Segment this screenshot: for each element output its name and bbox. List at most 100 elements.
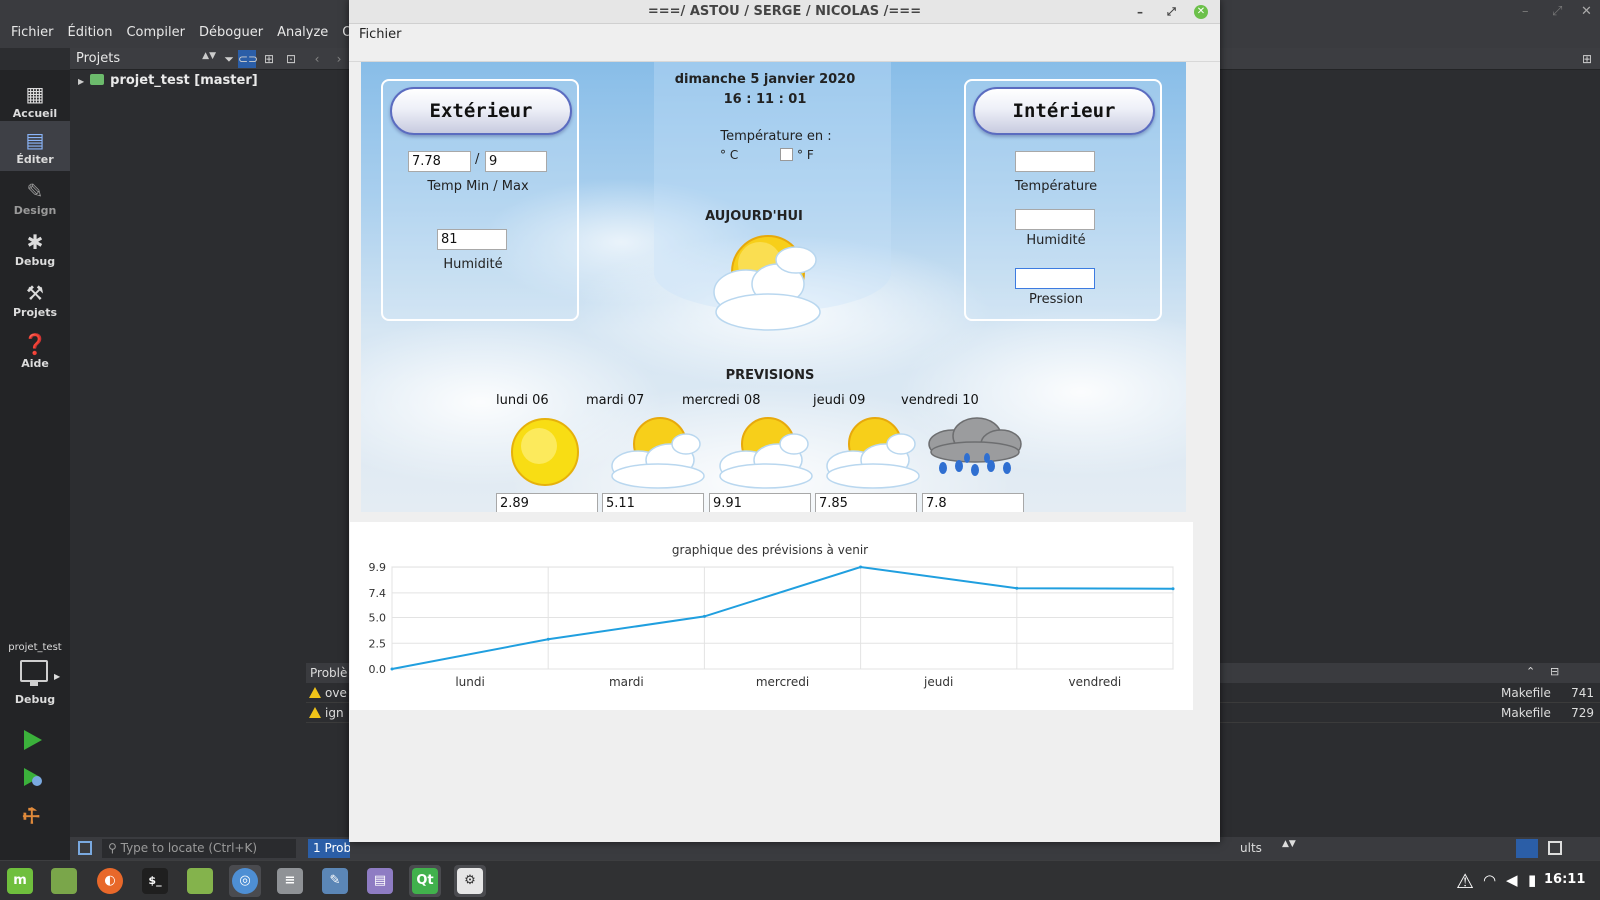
sun-icon <box>511 418 579 486</box>
maximize-icon[interactable]: ⤢ <box>1167 0 1176 24</box>
menu-fichier[interactable]: Fichier <box>359 27 402 42</box>
show-desktop-icon[interactable] <box>48 865 80 897</box>
split-right-icon[interactable]: ⊞ <box>1578 50 1596 68</box>
terminal-icon[interactable]: $_ <box>139 865 171 897</box>
files-icon[interactable] <box>184 865 216 897</box>
monitor-icon[interactable] <box>20 660 48 686</box>
maximize-pane-icon[interactable]: ⊟ <box>1550 665 1559 678</box>
ide-menu-edition[interactable]: Édition <box>61 25 120 40</box>
rain-cloud-icon <box>928 417 1022 476</box>
forecast-value-field[interactable] <box>709 493 811 512</box>
forecast-value-field[interactable] <box>496 493 598 512</box>
mode-sidebar: ▦ Accueil ▤ Éditer ✎ Design ✱ Debug ⚒ Pr… <box>0 70 70 860</box>
mode-debug[interactable]: ✱ Debug <box>0 223 70 273</box>
chart-grid <box>391 566 1174 670</box>
interior-humidity-field[interactable] <box>1015 209 1095 230</box>
kit-arrow-icon[interactable]: ▶ <box>54 672 60 681</box>
mode-projets[interactable]: ⚒ Projets <box>0 274 70 324</box>
wifi-icon[interactable]: ◠ <box>1483 871 1496 889</box>
ide-close-icon[interactable]: ✕ <box>1581 4 1592 19</box>
ide-menu-deboguer[interactable]: Déboguer <box>192 25 270 40</box>
database-icon[interactable]: ≡ <box>274 865 306 897</box>
window-title: ===/ ASTOU / SERGE / NICOLAS /=== <box>647 4 922 19</box>
interior-box: Intérieur Température Humidité Pression <box>964 79 1162 321</box>
expand-caret-icon[interactable]: ▶ <box>78 77 84 86</box>
mode-design[interactable]: ✎ Design <box>0 172 70 222</box>
exterior-humidity-field[interactable] <box>437 229 507 250</box>
mode-aide[interactable]: ❓ Aide <box>0 325 70 375</box>
filter-icon[interactable]: ⏷ <box>220 50 238 68</box>
temp-max-field[interactable] <box>485 151 547 172</box>
interior-title: Intérieur <box>973 87 1155 135</box>
interior-pressure-field[interactable] <box>1015 268 1095 289</box>
sun-behind-cloud-icon <box>611 417 705 489</box>
ide-menu-fichier[interactable]: Fichier <box>4 25 61 40</box>
clock[interactable]: 16:11 <box>1544 872 1585 887</box>
split-icon[interactable]: ⊞ <box>260 50 278 68</box>
forecast-value-field[interactable] <box>815 493 917 512</box>
temp-min-field[interactable] <box>408 151 471 172</box>
volume-icon[interactable]: ◀ <box>1506 871 1518 889</box>
close-pane-icon[interactable]: ⊡ <box>282 50 300 68</box>
chart-x-tick-label: mardi <box>609 675 644 689</box>
locator-input[interactable]: ⚲ Type to locate (Ctrl+K) <box>102 839 296 858</box>
text-editor-icon[interactable]: ▤ <box>364 865 396 897</box>
close-icon[interactable]: ✕ <box>1194 5 1208 19</box>
toggle-sidebar-icon[interactable] <box>78 841 92 855</box>
firefox-icon[interactable]: ◐ <box>94 865 126 897</box>
collapse-icon[interactable]: ⌃ <box>1526 665 1535 678</box>
forward-icon[interactable]: › <box>330 50 348 68</box>
project-tree-item[interactable]: ▶ projet_test [master] <box>78 73 258 88</box>
mode-accueil[interactable]: ▦ Accueil <box>0 75 70 125</box>
weather-panel: Extérieur / Temp Min / Max Humidité Inté… <box>361 62 1186 512</box>
battery-icon[interactable]: ▮ <box>1528 871 1536 889</box>
ide-menu-analyze[interactable]: Analyze <box>270 25 335 40</box>
mint-menu-icon[interactable]: m <box>4 865 36 897</box>
mode-editer[interactable]: ▤ Éditer <box>0 121 70 171</box>
chromium-icon[interactable]: ◎ <box>229 865 261 897</box>
forecast-line-chart: graphique des prévisions à venir 0.0 2.5 5… <box>369 543 1175 689</box>
link-icon[interactable]: ⊂⊃ <box>238 50 258 68</box>
ide-minimize-icon[interactable]: – <box>1522 4 1529 19</box>
chart-data-point <box>1015 586 1019 590</box>
back-icon[interactable]: ‹ <box>308 50 326 68</box>
hammer-icon[interactable]: ⚒ <box>16 801 46 831</box>
output-pane-icon[interactable] <box>1516 839 1538 858</box>
chart-data-point <box>546 637 550 641</box>
warning-tray-icon[interactable]: ⚠ <box>1456 869 1474 893</box>
kit-build-label: Debug <box>14 693 56 706</box>
issue-row[interactable]: ove <box>306 683 350 703</box>
sort-arrows-icon[interactable]: ▲▼ <box>1282 839 1296 849</box>
interior-humidity-label: Humidité <box>1026 233 1086 248</box>
chart-y-ticks: 0.0 2.5 5.0 7.4 9.9 <box>369 561 387 676</box>
forecast-value-field[interactable] <box>922 493 1024 512</box>
chart-x-tick-label: jeudi <box>923 675 953 689</box>
chart-data-point <box>390 667 394 671</box>
interior-temperature-field[interactable] <box>1015 151 1095 172</box>
right-sidebar-icon[interactable] <box>1548 841 1562 855</box>
projects-combo[interactable]: Projets ▲▼ <box>76 51 216 68</box>
ide-maximize-icon[interactable]: ⤢ <box>1552 4 1562 19</box>
results-tab[interactable]: ults <box>1240 839 1262 858</box>
forecast-day-label: lundi 06 <box>496 393 549 408</box>
problems-tab[interactable]: 1 Prob <box>308 839 350 858</box>
issue-row-detail[interactable]: Makefile 729 <box>1218 703 1600 723</box>
forecast-value-field[interactable] <box>602 493 704 512</box>
issue-row-detail[interactable]: Makefile 741 <box>1218 683 1600 703</box>
issue-row[interactable]: ign <box>306 703 350 723</box>
ide-menu-compiler[interactable]: Compiler <box>119 25 192 40</box>
combo-arrows-icon: ▲▼ <box>202 51 216 61</box>
minimize-icon[interactable]: – <box>1137 0 1143 24</box>
today-weather-icon <box>713 235 821 331</box>
chart-data-point <box>1171 587 1175 591</box>
chart-y-tick-label: 0.0 <box>369 663 387 676</box>
editor-icon[interactable]: ✎ <box>319 865 351 897</box>
run-icon[interactable] <box>24 730 42 750</box>
sun-behind-cloud-icon <box>713 235 821 331</box>
kit-project-label: projet_test <box>8 642 62 653</box>
settings-app-icon[interactable]: ⚙ <box>454 865 486 897</box>
qt-creator-icon[interactable]: Qt <box>409 865 441 897</box>
chart-y-tick-label: 2.5 <box>369 637 387 650</box>
fahrenheit-checkbox[interactable] <box>780 148 793 161</box>
debug-bug-icon <box>32 776 42 786</box>
